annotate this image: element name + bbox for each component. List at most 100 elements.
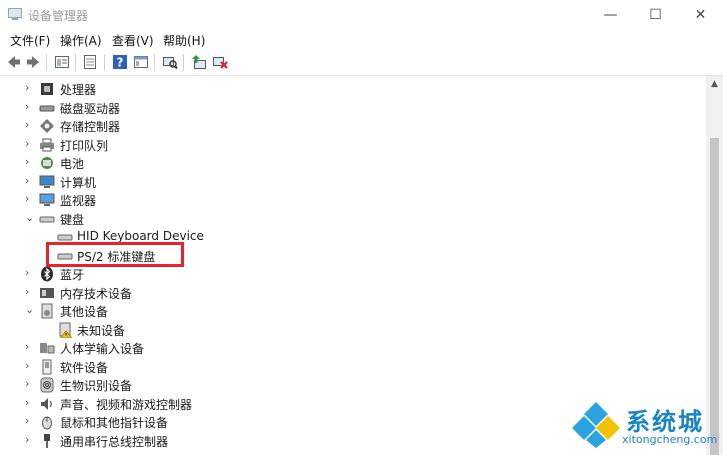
svg-text:?: ? <box>117 56 124 70</box>
tree-item-processors[interactable]: › 处理器 <box>0 80 660 98</box>
keyboard-icon <box>39 216 55 222</box>
tree-item-label: 打印队列 <box>60 138 109 153</box>
watermark: 系统城 xitongcheng.com <box>568 398 723 455</box>
tree-item-label: 通用串行总线控制器 <box>60 434 169 449</box>
properties-icon[interactable] <box>54 54 70 70</box>
unknown-device-warning-icon <box>59 322 73 338</box>
tree-item-label: 生物识别设备 <box>60 379 133 393</box>
help-icon[interactable]: ? <box>112 54 128 70</box>
chevron-right-icon[interactable]: › <box>25 174 35 187</box>
storage-controller-icon <box>40 119 54 133</box>
tree-item-usb-controllers[interactable]: › 通用串行总线控制器 <box>0 432 660 450</box>
hid-icon <box>40 343 55 354</box>
toolbar-separator <box>46 54 47 71</box>
tree-item-label: 蓝牙 <box>60 268 85 282</box>
tree-item-label: 鼠标和其他指针设备 <box>60 416 169 430</box>
menu-file[interactable]: 文件(F) <box>10 32 50 49</box>
tree-item-memory-technology[interactable]: › 内存技术设备 <box>0 284 660 302</box>
title-bar: 设备管理器 — ☐ ✕ <box>0 0 723 30</box>
xitongcheng-logo-icon <box>572 402 620 448</box>
usb-icon <box>44 433 50 448</box>
highlight-box <box>46 242 184 267</box>
scan-hardware-icon[interactable] <box>162 54 178 70</box>
tree-item-software-devices[interactable]: › 软件设备 <box>0 358 660 376</box>
chevron-right-icon[interactable]: › <box>25 267 35 279</box>
chevron-right-icon[interactable]: › <box>25 433 35 446</box>
watermark-brand: 系统城 <box>626 408 704 436</box>
tree-item-label: 未知设备 <box>77 323 126 338</box>
scroll-up-arrow-icon[interactable]: ▲ <box>706 76 723 93</box>
menu-view[interactable]: 查看(V) <box>112 32 154 49</box>
tree-item-label: HID Keyboard Device <box>77 229 204 243</box>
tree-item-storage-controllers[interactable]: › 存储控制器 <box>0 117 660 135</box>
biometric-icon <box>40 377 54 393</box>
tree-item-print-queues[interactable]: › 打印队列 <box>0 136 660 154</box>
toolbar-separator <box>183 54 184 71</box>
chevron-right-icon[interactable]: › <box>25 119 35 131</box>
maximize-button[interactable]: ☐ <box>633 0 678 30</box>
update-driver-icon[interactable] <box>191 54 207 70</box>
disk-drive-icon <box>39 105 55 111</box>
menu-bar: 文件(F) 操作(A) 查看(V) 帮助(H) <box>0 30 723 50</box>
menu-action[interactable]: 操作(A) <box>60 32 102 49</box>
tree-item-label: 键盘 <box>60 212 85 227</box>
mouse-icon <box>42 416 52 430</box>
menu-help[interactable]: 帮助(H) <box>163 32 205 49</box>
forward-icon[interactable] <box>25 54 41 70</box>
chevron-right-icon[interactable]: › <box>25 396 35 409</box>
tree-item-sound-video-game-controllers[interactable]: › 声音、视频和游戏控制器 <box>0 395 660 413</box>
chevron-right-icon[interactable]: › <box>25 137 35 150</box>
tree-item-other-devices[interactable]: ⌄ 其他设备 <box>0 302 660 320</box>
tree-item-unknown-device[interactable]: 未知设备 <box>0 321 660 339</box>
tree-item-label: 处理器 <box>60 83 97 97</box>
chevron-right-icon[interactable]: › <box>25 156 35 168</box>
chevron-right-icon[interactable]: › <box>25 285 35 298</box>
tree-item-label: 计算机 <box>60 175 97 190</box>
close-button[interactable]: ✕ <box>678 0 723 30</box>
driver-details-icon[interactable] <box>82 54 98 70</box>
chevron-right-icon[interactable]: › <box>25 415 35 427</box>
tree-item-label: 人体学输入设备 <box>60 342 145 356</box>
tree-item-batteries[interactable]: › 电池 <box>0 154 660 172</box>
window-title: 设备管理器 <box>28 9 89 23</box>
computer-icon <box>39 175 55 188</box>
tree-item-disk-drives[interactable]: › 磁盘驱动器 <box>0 99 660 117</box>
tree-item-label: 声音、视频和游戏控制器 <box>60 397 193 412</box>
battery-icon <box>41 157 53 169</box>
tree-item-computer[interactable]: › 计算机 <box>0 173 660 191</box>
chevron-right-icon[interactable]: › <box>25 341 35 353</box>
tree-item-biometric-devices[interactable]: › 生物识别设备 <box>0 376 660 394</box>
minimize-button[interactable]: — <box>588 0 633 30</box>
chevron-right-icon[interactable]: › <box>25 378 35 390</box>
tree-item-label: 软件设备 <box>60 360 109 375</box>
chevron-down-icon[interactable]: ⌄ <box>25 304 35 316</box>
chevron-right-icon[interactable]: › <box>25 193 35 205</box>
view-icon[interactable] <box>133 54 149 70</box>
toolbar: ? <box>0 50 723 76</box>
tree-item-mice-pointing-devices[interactable]: › 鼠标和其他指针设备 <box>0 413 660 431</box>
processor-icon <box>41 83 53 95</box>
printer-icon <box>40 138 54 151</box>
sound-icon <box>41 397 52 410</box>
tree-item-monitors[interactable]: › 监视器 <box>0 191 660 209</box>
disable-device-icon[interactable] <box>212 54 228 70</box>
tree-item-bluetooth[interactable]: › 蓝牙 <box>0 265 660 283</box>
chevron-down-icon[interactable]: ⌄ <box>25 211 35 224</box>
tree-item-human-interface-devices[interactable]: › 人体学输入设备 <box>0 339 660 357</box>
back-icon[interactable] <box>6 54 22 70</box>
chevron-right-icon[interactable]: › <box>25 82 35 94</box>
memory-icon <box>40 287 54 298</box>
tree-item-label: 磁盘驱动器 <box>60 101 121 116</box>
chevron-right-icon[interactable]: › <box>25 359 35 372</box>
other-devices-icon <box>41 303 53 319</box>
tree-item-label: 其他设备 <box>60 305 109 319</box>
toolbar-separator <box>154 54 155 71</box>
tree-item-label: 内存技术设备 <box>60 286 133 301</box>
device-manager-app-icon <box>8 8 22 20</box>
bluetooth-icon <box>41 266 53 282</box>
chevron-right-icon[interactable]: › <box>25 100 35 113</box>
tree-item-keyboards[interactable]: ⌄ 键盘 <box>0 210 660 228</box>
toolbar-separator <box>75 54 76 71</box>
toolbar-separator <box>104 54 105 71</box>
monitor-icon <box>39 193 55 206</box>
